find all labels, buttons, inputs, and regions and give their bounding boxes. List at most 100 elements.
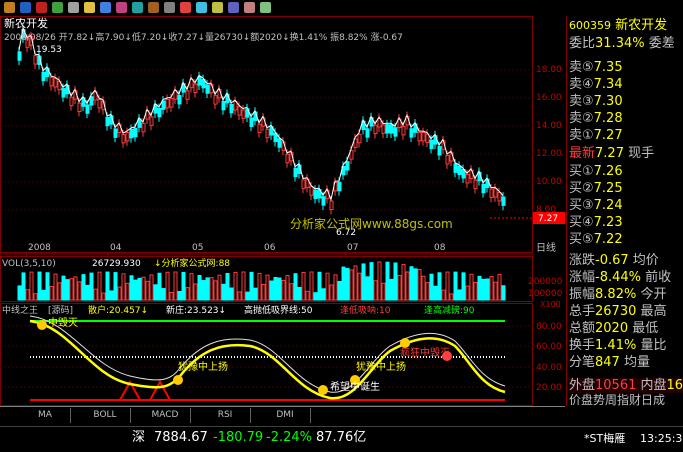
stat-label: 均价 bbox=[632, 253, 659, 268]
window-icon[interactable] bbox=[228, 2, 239, 13]
candle-body bbox=[489, 188, 494, 198]
volume-bar bbox=[341, 266, 346, 301]
candle-body bbox=[193, 83, 198, 94]
candle-body bbox=[249, 117, 254, 127]
candle-body bbox=[357, 133, 362, 144]
volume-bar bbox=[273, 276, 278, 301]
volume-bar bbox=[189, 273, 194, 301]
volume-bar bbox=[113, 272, 118, 301]
indicator-name[interactable]: 中线之王 bbox=[2, 305, 38, 317]
price-axis-label: 14.00 bbox=[536, 121, 562, 131]
stock-code: 600359 bbox=[569, 19, 611, 32]
candle-body bbox=[241, 109, 246, 119]
sell-price: 7.27 bbox=[593, 128, 623, 143]
candle-body bbox=[313, 189, 318, 200]
annotation: 疯狂中毁灭 bbox=[400, 348, 450, 359]
chart-icon[interactable] bbox=[52, 2, 63, 13]
volume-bar bbox=[469, 273, 474, 301]
tab-rsi[interactable]: RSI bbox=[200, 408, 251, 423]
candle-body bbox=[389, 124, 394, 134]
folder-icon[interactable] bbox=[212, 2, 223, 13]
candle-body bbox=[465, 174, 470, 184]
candle-body bbox=[429, 139, 434, 150]
chart-area[interactable]: 新农开发 2008/08/26 开7.82↓高7.90↓低7.20↓收7.27↓… bbox=[0, 16, 565, 406]
volume-bar bbox=[65, 279, 70, 301]
volume-bar bbox=[285, 275, 290, 301]
help-icon[interactable] bbox=[260, 2, 271, 13]
volume-bar bbox=[501, 285, 506, 301]
stock-name: 新农开发 bbox=[615, 18, 668, 33]
alert-icon[interactable] bbox=[180, 2, 191, 13]
panel-footer[interactable]: 价盘势周指财日成 bbox=[569, 393, 683, 408]
stat-label: 今开 bbox=[640, 287, 667, 302]
volume-bar bbox=[409, 266, 414, 301]
candle-body bbox=[121, 133, 126, 144]
indicator-new: 新庄:23.523↓ bbox=[166, 306, 227, 316]
outer-inner-row: 外盘10561 内盘16 bbox=[569, 378, 683, 393]
tab-ma[interactable]: MA bbox=[20, 408, 71, 423]
volume-bar bbox=[105, 271, 110, 301]
candle-body bbox=[149, 116, 154, 126]
stat-row: 涨幅-8.44% 前收 bbox=[569, 270, 683, 285]
sell-price: 7.28 bbox=[593, 111, 623, 126]
indicator-source[interactable]: [源码] bbox=[48, 305, 73, 317]
tab-macd[interactable]: MACD bbox=[140, 408, 191, 423]
stat-value: 26730 bbox=[595, 304, 637, 319]
volume-bar bbox=[229, 287, 234, 301]
period-label[interactable]: 日线 bbox=[536, 243, 556, 255]
candle-body bbox=[41, 71, 46, 82]
volume-bar bbox=[89, 272, 94, 301]
status-stock[interactable]: *ST梅雁 bbox=[584, 433, 625, 445]
volume-bar bbox=[197, 274, 202, 301]
status-bar: 深 7884.67 -180.79 -2.24% 87.76亿 *ST梅雁 13… bbox=[0, 426, 683, 452]
volume-bar bbox=[61, 275, 66, 301]
home-icon[interactable] bbox=[4, 2, 15, 13]
indicator-midline: 高抛低吸界线:50 bbox=[244, 306, 313, 316]
volume-bar bbox=[397, 275, 402, 301]
tab-boll[interactable]: BOLL bbox=[80, 408, 131, 423]
stat-value: -0.67 bbox=[595, 253, 629, 268]
candle-body bbox=[457, 165, 462, 176]
stat-label: 换手 bbox=[569, 338, 596, 353]
indicator-axis-label: 80.00 bbox=[536, 322, 562, 332]
date-label: 2008 bbox=[28, 243, 51, 253]
star-icon[interactable] bbox=[116, 2, 127, 13]
key-icon[interactable] bbox=[84, 2, 95, 13]
current-price-tag: 7.27 bbox=[538, 214, 559, 224]
candle-body bbox=[89, 96, 94, 106]
candle-body bbox=[301, 179, 306, 189]
candle-body bbox=[221, 100, 226, 111]
globe-icon[interactable] bbox=[196, 2, 207, 13]
volume-bar bbox=[117, 286, 122, 301]
stat-label: 总额 bbox=[569, 321, 596, 336]
print-icon[interactable] bbox=[244, 2, 255, 13]
volume-bar bbox=[269, 280, 274, 301]
sell-label: 卖② bbox=[569, 111, 594, 126]
volume-bar bbox=[97, 271, 102, 301]
volume-bar bbox=[377, 261, 382, 301]
tool-icon[interactable] bbox=[148, 2, 159, 13]
volume-bar bbox=[369, 262, 374, 301]
candle-body bbox=[49, 76, 54, 87]
latest-value: 7.27 bbox=[595, 146, 624, 161]
stat-label: 前收 bbox=[645, 270, 672, 285]
settings-icon[interactable] bbox=[164, 2, 175, 13]
stat-label: 涨幅 bbox=[569, 270, 596, 285]
buy-row: 买②7.25 bbox=[569, 181, 683, 196]
volume-bar bbox=[313, 292, 318, 301]
status-market[interactable]: 深 bbox=[132, 431, 145, 444]
bell-icon[interactable] bbox=[36, 2, 47, 13]
tab-dmi[interactable]: DMI bbox=[260, 408, 311, 423]
volume-bar bbox=[137, 277, 142, 301]
outer-value: 10561 bbox=[595, 378, 637, 393]
status-index: 7884.67 bbox=[154, 430, 208, 445]
buy-price: 7.23 bbox=[593, 215, 623, 230]
date-label: 04 bbox=[110, 243, 122, 253]
volume-bar bbox=[433, 285, 438, 301]
info-icon[interactable] bbox=[100, 2, 111, 13]
back-icon[interactable] bbox=[20, 2, 31, 13]
volume-bar bbox=[181, 271, 186, 301]
volume-bar bbox=[109, 290, 114, 301]
list-icon[interactable] bbox=[132, 2, 143, 13]
grid-icon[interactable] bbox=[68, 2, 79, 13]
